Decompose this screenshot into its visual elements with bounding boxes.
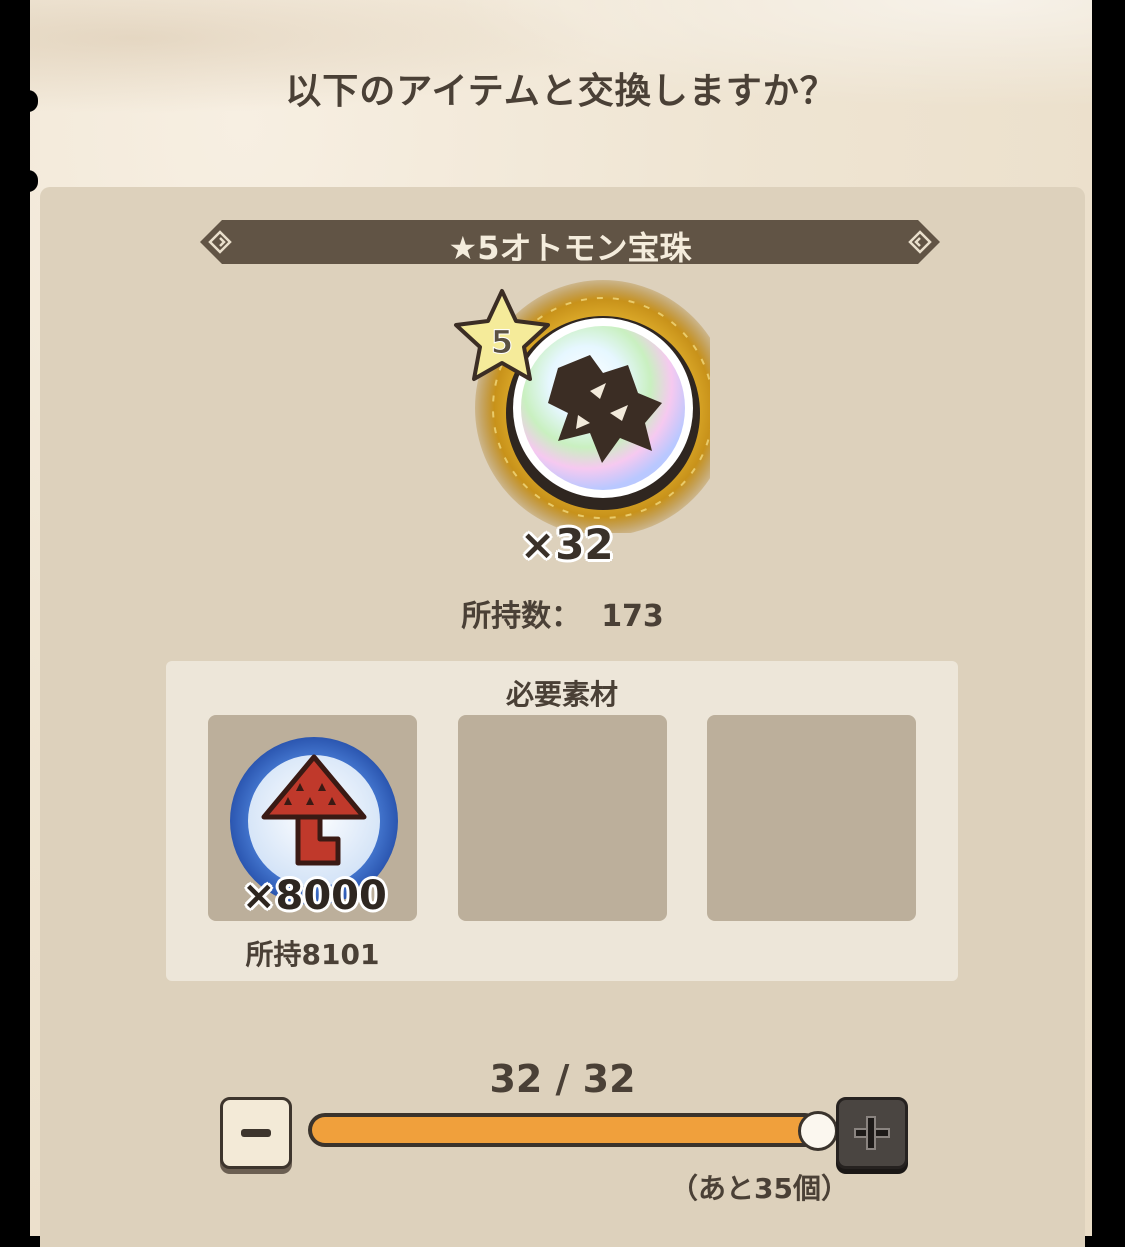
material-quantity: ×8000 <box>242 873 387 919</box>
item-panel: ★5オトモン宝珠 5 ×32 所持数： 173 必要素材 ×8000 所持810… <box>40 187 1085 1247</box>
banner-ornament-icon <box>908 230 932 254</box>
increase-button[interactable] <box>836 1097 908 1169</box>
exchange-counter: 32 / 32 <box>489 1057 636 1101</box>
minus-icon <box>241 1129 271 1137</box>
material-owned: 所持8101 <box>245 938 380 971</box>
material-slot-empty <box>458 715 667 921</box>
quantity-slider[interactable] <box>308 1111 838 1151</box>
material-slot[interactable]: ×8000 <box>208 715 417 921</box>
plus-icon-vertical <box>866 1116 876 1150</box>
owned-label: 所持数： <box>461 599 582 634</box>
svg-text:5: 5 <box>491 323 513 361</box>
material-slot-empty <box>707 715 916 921</box>
slider-handle[interactable] <box>798 1111 838 1151</box>
materials-title: 必要素材 <box>505 678 618 711</box>
decrease-button[interactable] <box>220 1097 292 1169</box>
item-name: ★5オトモン宝珠 <box>448 229 692 267</box>
required-materials: 必要素材 ×8000 所持8101 <box>166 661 958 981</box>
monster-orb-icon: 5 <box>454 280 710 533</box>
item-name-banner: ★5オトモン宝珠 <box>200 220 940 264</box>
confirm-question: 以下のアイテムと交換しますか？ <box>285 71 837 112</box>
owned-count: 所持数： 173 <box>40 591 1085 635</box>
owned-value: 173 <box>601 599 664 634</box>
remaining-count: （あと35個） <box>670 1172 849 1205</box>
frame-notch <box>28 170 38 192</box>
item-quantity: ×32 <box>520 520 614 569</box>
slider-fill <box>312 1117 818 1143</box>
exchange-dialog: 以下のアイテムと交換しますか？ ★5オトモン宝珠 5 ×32 所持数： 173 … <box>28 0 1092 1247</box>
